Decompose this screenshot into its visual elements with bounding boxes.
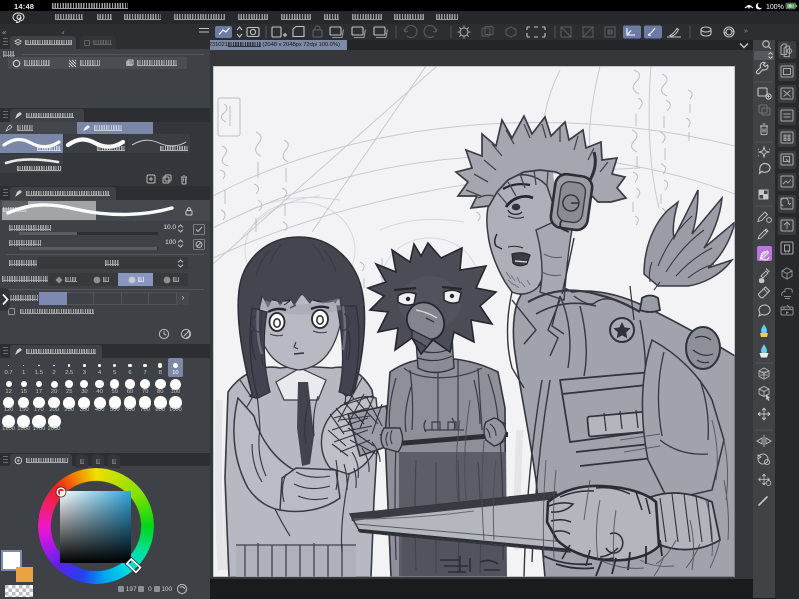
svg-text:100%: 100% — [766, 4, 784, 10]
